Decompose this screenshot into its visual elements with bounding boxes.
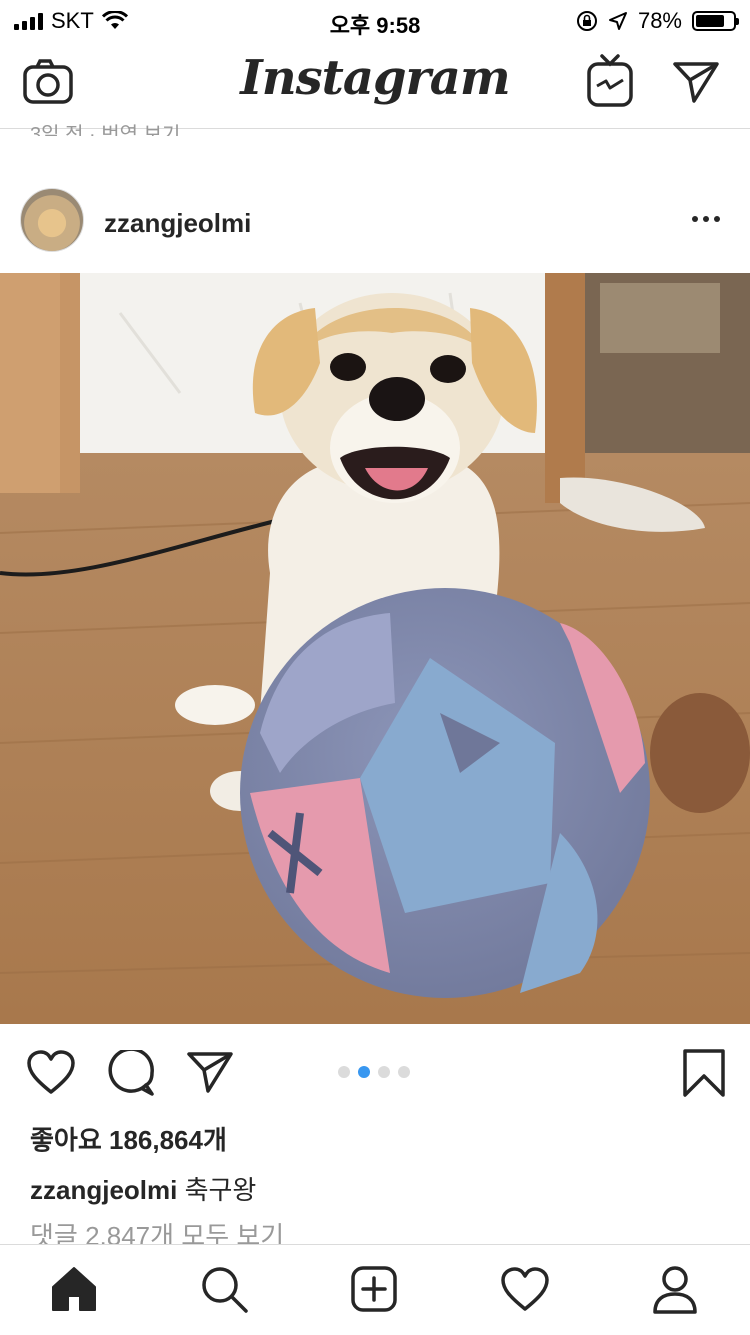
post-username[interactable]: zzangjeolmi [104, 208, 251, 239]
like-heart-icon[interactable] [26, 1050, 76, 1096]
previous-post-meta: 3일 전 · 번역 보기 [30, 124, 181, 136]
app-logo: Instagram [240, 50, 510, 106]
new-post-icon[interactable] [350, 1265, 398, 1313]
bottom-tab-bar [0, 1244, 750, 1335]
carousel-dot [378, 1066, 390, 1078]
carousel-dot [398, 1066, 410, 1078]
activity-icon[interactable] [500, 1267, 550, 1313]
orientation-lock-icon [576, 11, 597, 31]
igtv-icon[interactable] [586, 54, 634, 108]
caption-username[interactable]: zzangjeolmi [30, 1175, 177, 1205]
status-bar: SKT 오후 9:58 78% [0, 0, 750, 40]
top-header: Instagram [0, 40, 750, 129]
post-caption: zzangjeolmi 축구왕 [30, 1170, 256, 1207]
more-options-icon[interactable] [692, 216, 720, 222]
battery-fill [696, 15, 725, 27]
direct-icon[interactable] [672, 60, 720, 104]
post-header: zzangjeolmi [0, 170, 750, 272]
battery-icon [692, 11, 739, 31]
carousel-dot [338, 1066, 350, 1078]
carousel-indicator [338, 1066, 410, 1078]
profile-icon[interactable] [652, 1265, 698, 1315]
caption-text: 축구왕 [177, 1175, 257, 1205]
battery-percent: 78% [637, 8, 682, 33]
status-right: 78% [576, 8, 739, 34]
bookmark-icon[interactable] [682, 1048, 726, 1098]
home-icon[interactable] [50, 1265, 98, 1313]
post-actions [0, 1024, 750, 1120]
share-icon[interactable] [186, 1050, 234, 1094]
carousel-dot-active [358, 1066, 370, 1078]
location-icon [608, 12, 627, 30]
like-count[interactable]: 좋아요 186,864개 [30, 1120, 227, 1157]
search-icon[interactable] [200, 1265, 250, 1315]
comment-icon[interactable] [108, 1050, 156, 1096]
avatar[interactable] [20, 188, 84, 252]
post-photo[interactable] [0, 273, 750, 1024]
